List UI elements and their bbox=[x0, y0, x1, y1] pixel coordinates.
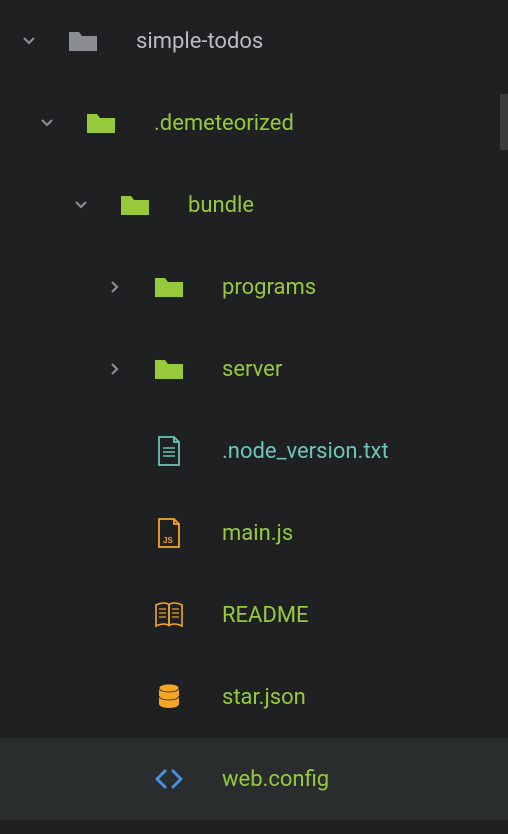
svg-text:JS: JS bbox=[163, 536, 173, 545]
folder-icon bbox=[152, 352, 186, 386]
code-icon bbox=[152, 762, 186, 796]
tree-item-bundle[interactable]: bundle bbox=[0, 164, 508, 246]
tree-item-label: server bbox=[222, 357, 282, 382]
tree-item-label: .node_version.txt bbox=[222, 439, 389, 464]
chevron-down-icon[interactable] bbox=[70, 194, 92, 216]
folder-icon bbox=[118, 188, 152, 222]
js-file-icon: JS bbox=[152, 516, 186, 550]
scrollbar-thumb[interactable] bbox=[500, 94, 508, 150]
folder-icon bbox=[84, 106, 118, 140]
folder-icon bbox=[66, 24, 100, 58]
tree-item-label: bundle bbox=[188, 193, 254, 218]
tree-item-demeteorized[interactable]: .demeteorized bbox=[0, 82, 508, 164]
tree-item-programs[interactable]: programs bbox=[0, 246, 508, 328]
chevron-right-icon[interactable] bbox=[104, 276, 126, 298]
folder-icon bbox=[152, 270, 186, 304]
tree-item-label: web.config bbox=[222, 767, 329, 792]
tree-item-label: main.js bbox=[222, 521, 293, 546]
tree-item-label: README bbox=[222, 603, 309, 628]
tree-item-label: programs bbox=[222, 275, 316, 300]
text-file-icon bbox=[152, 434, 186, 468]
database-icon bbox=[152, 680, 186, 714]
book-icon bbox=[152, 598, 186, 632]
tree-item-node-version[interactable]: .node_version.txt bbox=[0, 410, 508, 492]
tree-item-server[interactable]: server bbox=[0, 328, 508, 410]
tree-item-label: star.json bbox=[222, 685, 306, 710]
chevron-down-icon[interactable] bbox=[36, 112, 58, 134]
tree-item-main-js[interactable]: JS main.js bbox=[0, 492, 508, 574]
tree-item-label: .demeteorized bbox=[154, 111, 294, 136]
tree-item-simple-todos[interactable]: simple-todos bbox=[0, 0, 508, 82]
chevron-right-icon[interactable] bbox=[104, 358, 126, 380]
tree-item-readme[interactable]: README bbox=[0, 574, 508, 656]
tree-item-label: simple-todos bbox=[136, 29, 263, 54]
chevron-down-icon[interactable] bbox=[18, 30, 40, 52]
tree-item-web-config[interactable]: web.config bbox=[0, 738, 508, 820]
tree-item-star-json[interactable]: star.json bbox=[0, 656, 508, 738]
